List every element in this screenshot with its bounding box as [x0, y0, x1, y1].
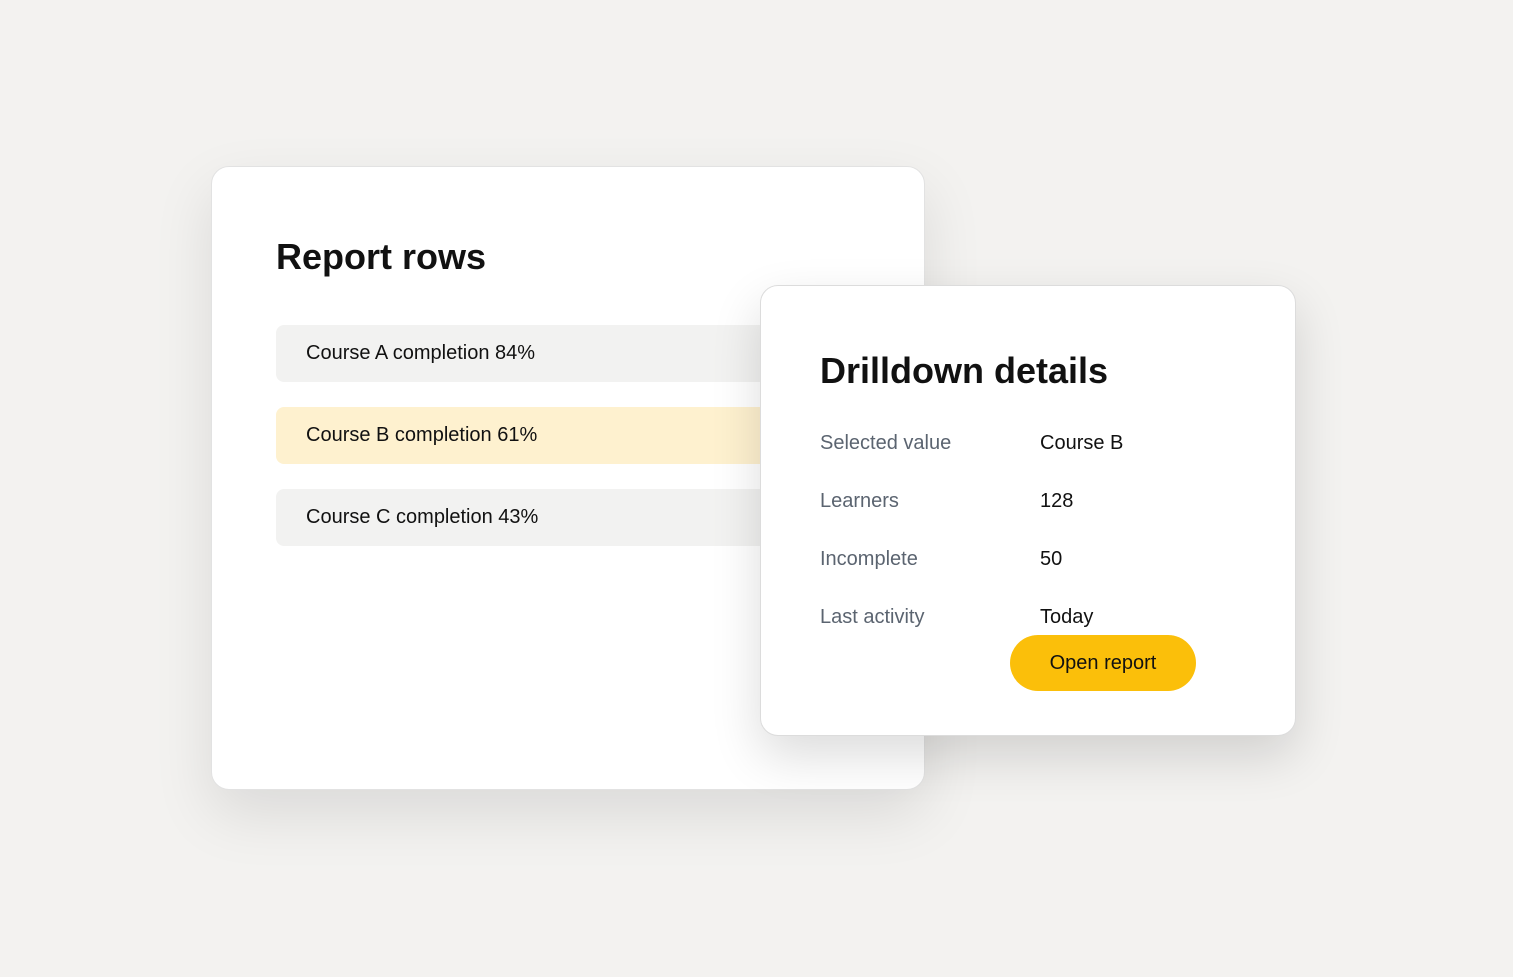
- drilldown-details-panel: Drilldown details Selected value Course …: [760, 285, 1296, 736]
- report-rows-title: Report rows: [276, 236, 487, 277]
- last-activity-label: Last activity: [820, 606, 925, 628]
- learners-value: 128: [1040, 490, 1074, 512]
- incomplete-value: 50: [1040, 548, 1063, 570]
- drilldown-title: Drilldown details: [820, 350, 1109, 391]
- selected-value-value: Course B: [1040, 432, 1124, 454]
- open-report-button[interactable]: Open report: [1010, 635, 1196, 691]
- incomplete-label: Incomplete: [820, 548, 918, 570]
- last-activity-value: Today: [1040, 606, 1094, 628]
- selected-value-label: Selected value: [820, 432, 952, 454]
- page: Report rows Course A completion 84% Cour…: [0, 0, 1513, 977]
- learners-label: Learners: [820, 490, 899, 512]
